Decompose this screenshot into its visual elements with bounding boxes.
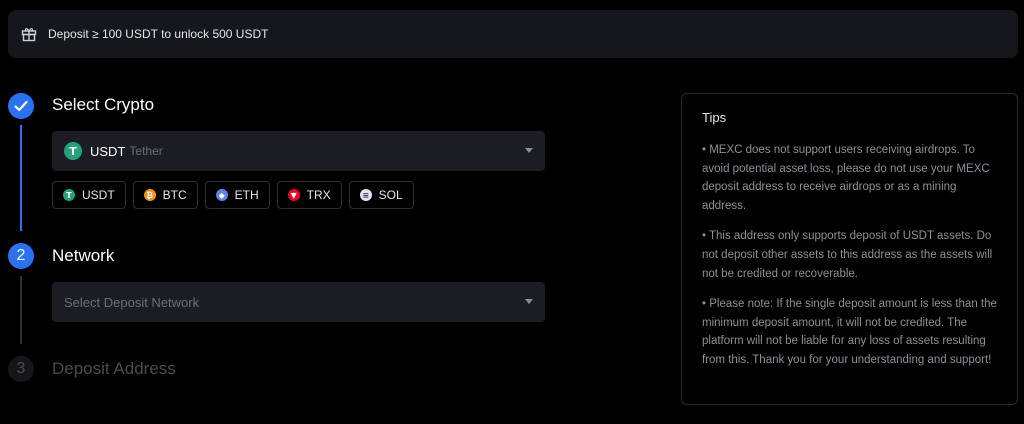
gift-icon xyxy=(20,25,38,43)
eth-icon: ◆ xyxy=(215,189,228,201)
coin-chip-label: ETH xyxy=(234,188,259,202)
step-3-number: 3 xyxy=(8,356,34,382)
btc-icon: ₿ xyxy=(143,189,156,201)
coin-chip-label: BTC xyxy=(162,188,187,202)
promo-banner-text: Deposit ≥ 100 USDT to unlock 500 USDT xyxy=(48,27,269,41)
usdt-icon: T xyxy=(63,189,75,201)
coin-chip-label: SOL xyxy=(378,188,403,202)
coin-chip-btc[interactable]: ₿ BTC xyxy=(132,181,198,209)
step-2-connector xyxy=(20,276,22,344)
step-2-title: Network xyxy=(52,246,115,265)
chevron-down-icon xyxy=(525,148,533,153)
chevron-down-icon xyxy=(525,299,533,304)
tip-item: • MEXC does not support users receiving … xyxy=(702,144,990,212)
tips-title: Tips xyxy=(702,110,727,125)
coin-chip-label: TRX xyxy=(306,188,331,202)
step-1-connector xyxy=(20,125,22,231)
step-1-title: Select Crypto xyxy=(52,95,155,114)
step-1-check-icon xyxy=(8,93,34,119)
step-2-number: 2 xyxy=(8,243,34,269)
trx-icon: ▼ xyxy=(287,189,300,201)
network-select[interactable]: Select Deposit Network xyxy=(52,282,545,322)
coin-chip-label: USDT xyxy=(82,188,115,202)
network-select-placeholder: Select Deposit Network xyxy=(64,294,200,310)
step-3-title: Deposit Address xyxy=(52,359,176,378)
crypto-select[interactable]: T USDT Tether xyxy=(52,131,545,171)
promo-banner[interactable]: Deposit ≥ 100 USDT to unlock 500 USDT xyxy=(8,10,1018,58)
sol-icon: ≡ xyxy=(359,189,372,201)
coin-chip-trx[interactable]: ▼ TRX xyxy=(276,181,342,209)
coin-chip-eth[interactable]: ◆ ETH xyxy=(204,181,270,209)
coin-chip-sol[interactable]: ≡ SOL xyxy=(348,181,414,209)
coin-chip-usdt[interactable]: T USDT xyxy=(52,181,126,209)
tips-panel: Tips • MEXC does not support users recei… xyxy=(681,93,1018,405)
crypto-select-name: Tether xyxy=(129,144,163,158)
usdt-icon: T xyxy=(64,142,82,160)
tip-item: • Please note: If the single deposit amo… xyxy=(702,298,997,366)
tip-item: • This address only supports deposit of … xyxy=(702,230,993,280)
crypto-select-symbol: USDT xyxy=(90,143,126,159)
quick-coin-list: T USDT ₿ BTC ◆ ETH ▼ TRX ≡ SOL xyxy=(52,181,414,209)
